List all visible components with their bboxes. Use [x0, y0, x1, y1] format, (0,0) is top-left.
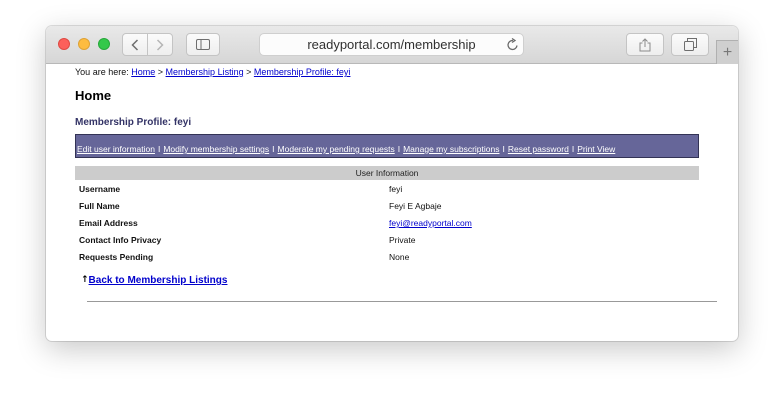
chevron-left-icon [131, 38, 139, 51]
breadcrumb-separator: > [246, 67, 252, 77]
breadcrumb-listing-link[interactable]: Membership Listing [166, 67, 244, 77]
user-information-header: User Information [75, 166, 699, 180]
breadcrumb: You are here: Home > Membership Listing … [75, 67, 350, 77]
action-separator: I [397, 144, 401, 154]
share-button[interactable] [626, 33, 664, 56]
plus-icon: + [722, 43, 733, 61]
back-to-listings-link[interactable]: Back to Membership Listings [89, 275, 228, 286]
profile-action-bar: Edit user information I Modify membershi… [75, 134, 699, 158]
zoom-window-button[interactable] [98, 38, 110, 50]
profile-heading: Membership Profile: feyi [75, 117, 192, 128]
breadcrumb-separator: > [157, 67, 164, 77]
sidebar-icon [196, 39, 210, 50]
close-window-button[interactable] [58, 38, 70, 50]
reload-icon [507, 38, 518, 51]
address-bar[interactable]: readyportal.com/membership [259, 33, 524, 56]
info-row-privacy: Contact Info Privacy Private [79, 231, 699, 248]
print-view-link[interactable]: Print View [577, 144, 615, 154]
info-row-username: Username feyi [79, 180, 699, 197]
manage-subscriptions-link[interactable]: Manage my subscriptions [403, 144, 499, 154]
breadcrumb-profile-link[interactable]: Membership Profile: feyi [254, 67, 351, 77]
page-title: Home [75, 88, 112, 103]
sidebar-button[interactable] [186, 33, 220, 56]
back-to-listings: ↑Back to Membership Listings [81, 275, 227, 286]
action-separator: I [502, 144, 505, 154]
info-label: Email Address [79, 218, 138, 228]
info-label: Contact Info Privacy [79, 235, 162, 245]
address-text: readyportal.com/membership [307, 37, 476, 52]
tabs-icon [683, 38, 697, 51]
up-arrow-icon: ↑ [81, 275, 89, 285]
divider [87, 301, 717, 302]
new-tab-button[interactable]: + [716, 40, 738, 64]
info-row-requests-pending: Requests Pending None [79, 248, 699, 265]
email-link[interactable]: feyi@readyportal.com [389, 218, 472, 228]
action-separator: I [571, 144, 575, 154]
breadcrumb-prefix: You are here: [75, 67, 129, 77]
share-icon [639, 37, 651, 51]
info-value: None [389, 252, 410, 262]
info-label: Full Name [79, 201, 120, 211]
info-label: Requests Pending [79, 252, 154, 262]
info-row-full-name: Full Name Feyi E Agbaje [79, 197, 699, 214]
action-separator: I [157, 144, 161, 154]
reset-password-link[interactable]: Reset password [508, 144, 569, 154]
edit-user-information-link[interactable]: Edit user information [77, 144, 155, 154]
modify-membership-settings-link[interactable]: Modify membership settings [163, 144, 269, 154]
info-value: Feyi E Agbaje [389, 201, 442, 211]
browser-toolbar: readyportal.com/membership + [46, 26, 738, 64]
info-value: Private [389, 235, 416, 245]
moderate-pending-requests-link[interactable]: Moderate my pending requests [278, 144, 395, 154]
info-label: Username [79, 184, 121, 194]
reload-button[interactable] [504, 33, 522, 56]
forward-button[interactable] [147, 33, 173, 56]
chevron-right-icon [156, 38, 164, 51]
info-row-email: Email Address feyi@readyportal.com [79, 214, 699, 231]
breadcrumb-home-link[interactable]: Home [131, 67, 155, 77]
tab-overview-button[interactable] [671, 33, 709, 56]
info-value: feyi@readyportal.com [389, 218, 472, 228]
back-button[interactable] [122, 33, 148, 56]
page-content: You are here: Home > Membership Listing … [46, 65, 738, 341]
action-separator: I [272, 144, 275, 154]
browser-window: readyportal.com/membership + You are her… [46, 26, 738, 341]
minimize-window-button[interactable] [78, 38, 90, 50]
info-value: feyi [389, 184, 403, 194]
